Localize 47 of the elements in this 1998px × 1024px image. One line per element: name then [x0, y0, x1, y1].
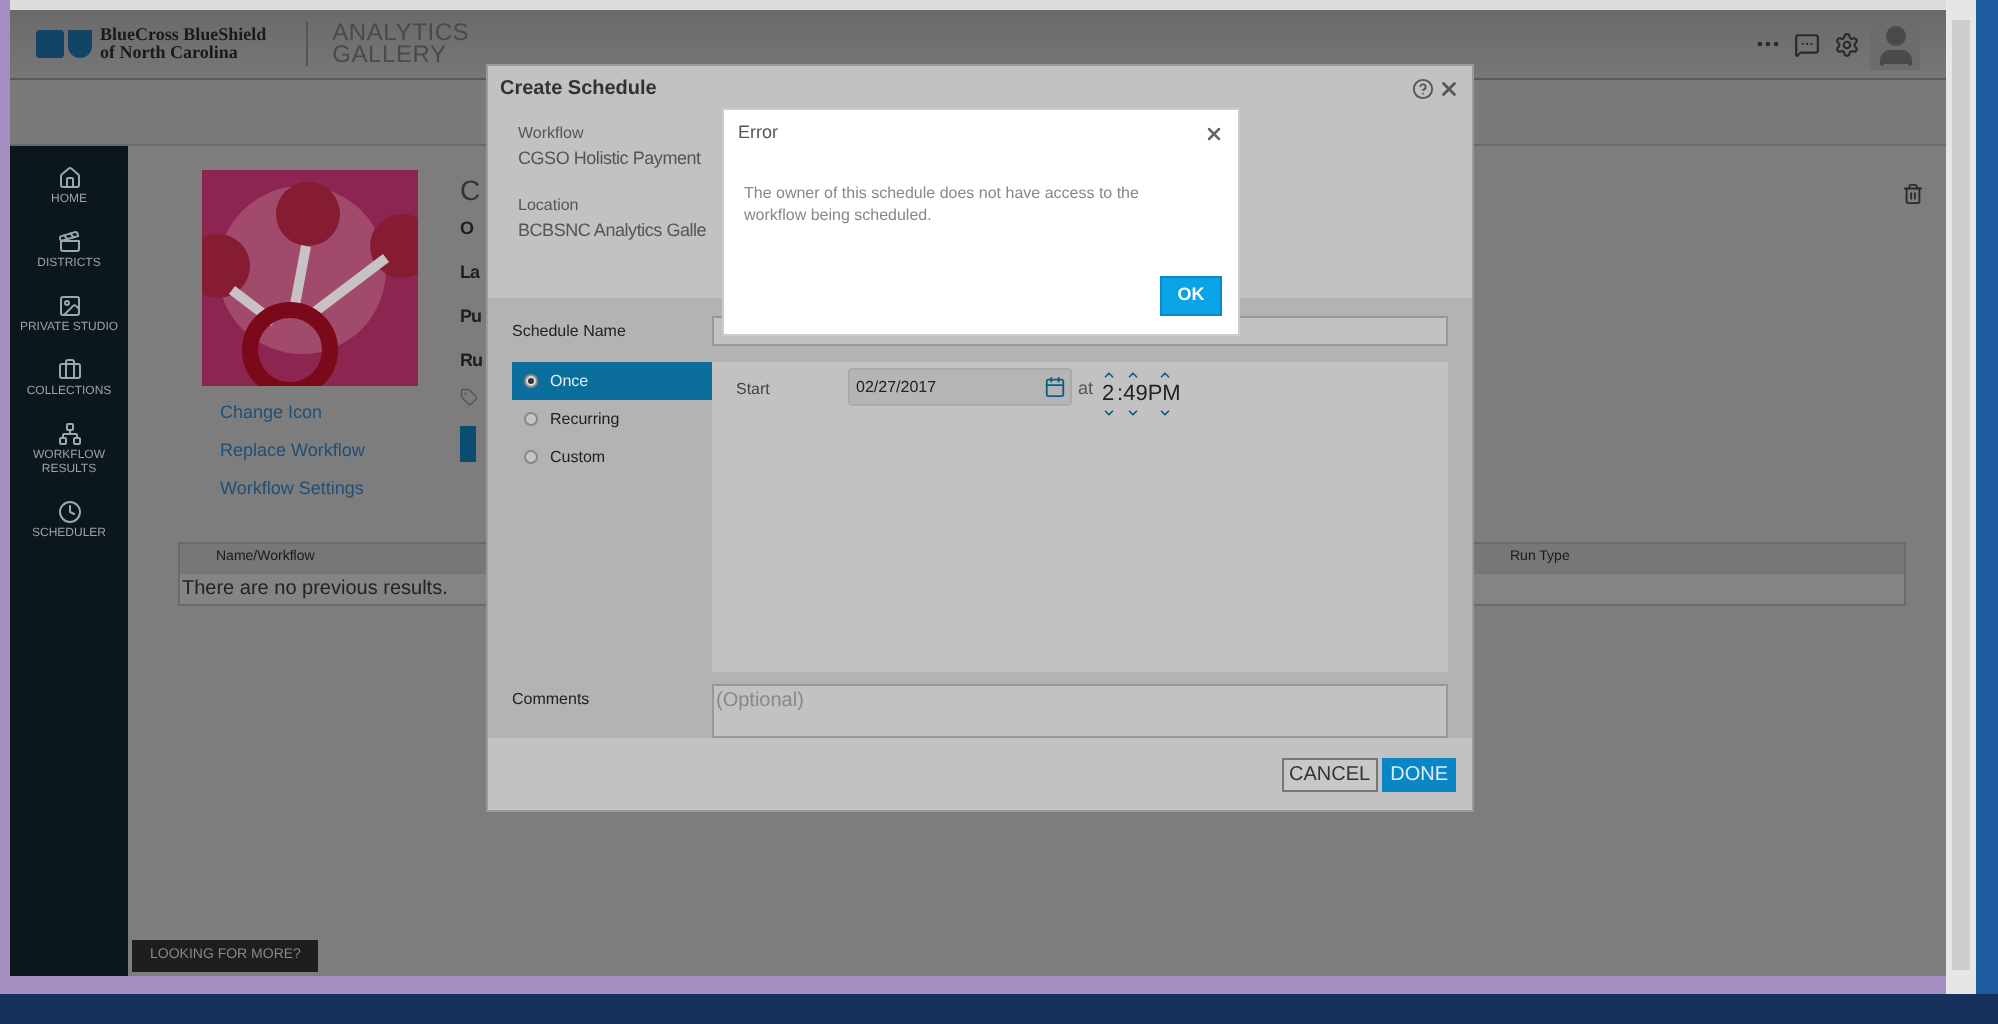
radio-icon [524, 412, 538, 426]
radio-icon [524, 374, 538, 388]
start-date-field[interactable]: 02/27/2017 [848, 368, 1072, 406]
tag-icon [460, 388, 478, 406]
empty-message: There are no previous results. [182, 576, 448, 604]
dialog-title: Create Schedule [500, 76, 657, 104]
comments-field[interactable]: (Optional) [712, 684, 1448, 738]
logo-text: BlueCross BlueShield [100, 26, 267, 44]
picture-frame-icon[interactable] [57, 294, 81, 318]
minute-field[interactable]: :49 [1117, 382, 1148, 406]
close-icon[interactable] [1204, 123, 1224, 144]
logo-text: of North Carolina [100, 44, 240, 62]
calendar-icon[interactable] [1044, 376, 1066, 398]
frequency-option[interactable]: Recurring [512, 400, 712, 438]
page-title: C [460, 172, 481, 210]
logo-icon [36, 30, 92, 58]
frequency-option[interactable]: Once [512, 362, 712, 400]
field-label: Pu [460, 304, 482, 330]
chat-icon[interactable] [1794, 31, 1820, 57]
field-label: La [460, 260, 480, 286]
field-label: O [460, 216, 474, 242]
branch-icon[interactable] [57, 422, 81, 446]
scrollbar[interactable] [1946, 0, 1976, 994]
delete-icon[interactable] [1902, 182, 1924, 206]
cancel-button[interactable]: CANCEL [1281, 757, 1379, 791]
workflow-value: CGSO Holistic Payment [518, 146, 701, 172]
briefcase-icon[interactable] [57, 358, 81, 382]
field-label: Start [736, 378, 772, 402]
frequency-option[interactable]: Custom [512, 438, 712, 476]
at-label: at [1078, 376, 1094, 402]
field-label: Location [518, 193, 579, 217]
field-label: Ru [460, 348, 483, 374]
hour-field[interactable]: 2 [1101, 382, 1115, 406]
clock-icon[interactable] [57, 500, 81, 524]
clapperboard-icon[interactable] [57, 230, 81, 254]
field-label: Comments [512, 688, 592, 712]
radio-icon [524, 450, 538, 464]
settings-icon[interactable] [1834, 31, 1860, 57]
field-label: Workflow [518, 122, 584, 146]
help-icon[interactable] [1412, 78, 1434, 100]
close-icon[interactable] [1438, 78, 1460, 100]
location-value: BCBSNC Analytics Galle [518, 217, 707, 244]
error-message: The owner of this schedule does not have access to the workflow being scheduled. [744, 181, 1141, 225]
ampm-field[interactable]: PM [1147, 382, 1181, 406]
home-icon[interactable] [57, 166, 81, 190]
dialog-title: Error [738, 120, 778, 146]
field-label: Schedule Name [512, 319, 628, 343]
